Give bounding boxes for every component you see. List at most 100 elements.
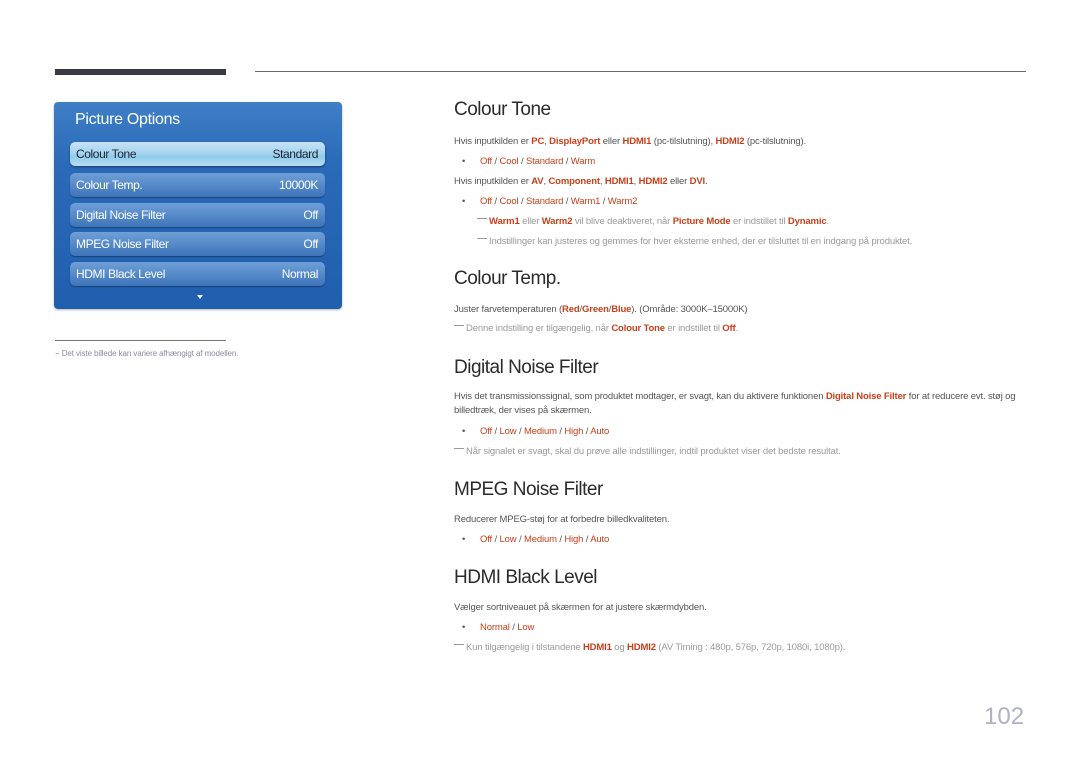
menu-item-value: Off bbox=[303, 237, 318, 251]
text: (AV Timing : 480p, 576p, 720p, 1080i, 10… bbox=[655, 642, 846, 653]
sep: / bbox=[600, 196, 608, 207]
term-dynamic: Dynamic bbox=[787, 216, 827, 227]
option: Off bbox=[480, 534, 493, 545]
colour-tone-line1: Hvis inputkilden er PC, DisplayPort elle… bbox=[454, 136, 806, 147]
option: Low bbox=[499, 534, 517, 545]
term-hdmi2: HDMI2 bbox=[638, 176, 668, 187]
option: Off bbox=[480, 156, 493, 167]
term-hdmi1: HDMI1 bbox=[622, 136, 652, 147]
menu-item-colour-tone[interactable]: Colour Tone Standard bbox=[70, 142, 325, 166]
colour-tone-line2: Hvis inputkilden er AV, Component, HDMI1… bbox=[454, 176, 708, 187]
term-picture-mode: Picture Mode bbox=[672, 216, 731, 227]
note-dash-icon bbox=[477, 218, 487, 219]
term-hdmi2: HDMI2 bbox=[627, 642, 656, 653]
footnote: − Det viste billede kan variere afhængig… bbox=[55, 349, 239, 358]
option: Cool bbox=[499, 156, 519, 167]
text: Hvis inputkilden er bbox=[454, 136, 532, 147]
term-red: Red bbox=[562, 304, 580, 315]
colour-tone-options-av: Off / Cool / Standard / Warm1 / Warm2 bbox=[480, 196, 637, 207]
mpeg-noise-line: Reducerer MPEG-støj for at forbedre bill… bbox=[454, 514, 670, 525]
hdmi-black-options: Normal / Low bbox=[480, 622, 534, 633]
note-dash-icon bbox=[477, 238, 487, 239]
text: eller bbox=[667, 176, 690, 187]
option: Auto bbox=[590, 426, 610, 437]
bullet: • bbox=[462, 622, 466, 633]
option: Medium bbox=[523, 426, 557, 437]
picture-options-menu: Picture Options Colour Tone Standard Col… bbox=[54, 102, 342, 309]
colour-tone-note2: Indstillinger kan justeres og gemmes for… bbox=[477, 236, 912, 247]
term-hdmi2: HDMI2 bbox=[715, 136, 745, 147]
digital-noise-note: Når signalet er svagt, skal du prøve all… bbox=[454, 446, 841, 457]
menu-item-label: HDMI Black Level bbox=[76, 267, 165, 281]
sep: / bbox=[492, 534, 500, 545]
menu-item-label: Colour Tone bbox=[76, 147, 137, 161]
option: Low bbox=[499, 426, 517, 437]
sep: / bbox=[563, 196, 571, 207]
note-dash-icon bbox=[454, 325, 464, 326]
text: Denne indstilling er tilgængelig, når bbox=[466, 323, 612, 334]
bullet: • bbox=[462, 156, 466, 167]
bullet: • bbox=[462, 426, 466, 437]
text: (pc-tilslutning), bbox=[651, 136, 716, 147]
term-hdmi1: HDMI1 bbox=[604, 176, 634, 187]
page-number: 102 bbox=[984, 703, 1025, 730]
colour-temp-note: Denne indstilling er tilgængelig, når Co… bbox=[454, 323, 738, 334]
menu-item-digital-noise-filter[interactable]: Digital Noise Filter Off bbox=[70, 203, 325, 227]
menu-item-mpeg-noise-filter[interactable]: MPEG Noise Filter Off bbox=[70, 232, 325, 256]
menu-item-label: MPEG Noise Filter bbox=[76, 237, 169, 251]
term-av: AV bbox=[531, 176, 544, 187]
term-warm1: Warm1 bbox=[489, 216, 520, 227]
footnote-rule bbox=[55, 340, 226, 341]
section-title-hdmi-black-level: HDMI Black Level bbox=[454, 567, 598, 588]
option: Standard bbox=[525, 196, 564, 207]
text: eller bbox=[519, 216, 542, 227]
option: Warm2 bbox=[607, 196, 638, 207]
sep: / bbox=[563, 156, 571, 167]
sep: / bbox=[516, 426, 524, 437]
bullet: • bbox=[462, 534, 466, 545]
term-blue: Blue bbox=[611, 304, 632, 315]
menu-item-label: Colour Temp. bbox=[76, 178, 143, 192]
text: er indstillet til bbox=[664, 323, 723, 334]
sep: / bbox=[516, 534, 524, 545]
term-green: Green bbox=[582, 304, 609, 315]
sep: / bbox=[492, 156, 500, 167]
text: Hvis inputkilden er bbox=[454, 176, 532, 187]
option: Medium bbox=[523, 534, 557, 545]
colour-tone-options-pc: Off / Cool / Standard / Warm bbox=[480, 156, 595, 167]
text: . bbox=[705, 176, 708, 187]
text: . bbox=[735, 323, 739, 334]
colour-tone-note1: Warm1 eller Warm2 vil blive deaktiveret,… bbox=[477, 216, 829, 227]
text: Hvis det transmissionssignal, som produk… bbox=[454, 391, 826, 402]
menu-item-label: Digital Noise Filter bbox=[76, 208, 166, 222]
text: (pc-tilslutning). bbox=[744, 136, 807, 147]
option: High bbox=[564, 426, 584, 437]
term-displayport: DisplayPort bbox=[549, 136, 601, 147]
note-dash-icon bbox=[454, 448, 464, 449]
mpeg-noise-options: Off / Low / Medium / High / Auto bbox=[480, 534, 609, 545]
triangle-down-icon[interactable] bbox=[197, 295, 203, 299]
menu-title: Picture Options bbox=[75, 111, 180, 128]
note-dash-icon bbox=[454, 644, 464, 645]
text: er indstillet til bbox=[730, 216, 788, 227]
option: Off bbox=[480, 426, 493, 437]
text: Når signalet er svagt, skal du prøve all… bbox=[466, 446, 841, 457]
option: Standard bbox=[525, 156, 564, 167]
text: Kun tilgængelig i tilstandene bbox=[466, 642, 583, 653]
bullet: • bbox=[462, 196, 466, 207]
digital-noise-options: Off / Low / Medium / High / Auto bbox=[480, 426, 609, 437]
text: eller bbox=[600, 136, 623, 147]
menu-item-hdmi-black-level[interactable]: HDMI Black Level Normal bbox=[70, 262, 325, 286]
text: Indstillinger kan justeres og gemmes for… bbox=[489, 236, 913, 247]
term-hdmi1: HDMI1 bbox=[582, 642, 612, 653]
text: ). (Område: 3000K–15000K) bbox=[631, 304, 748, 315]
option: Normal bbox=[480, 622, 510, 633]
option: Warm1 bbox=[570, 196, 601, 207]
term-colour-tone: Colour Tone bbox=[611, 323, 665, 334]
menu-item-colour-temp[interactable]: Colour Temp. 10000K bbox=[70, 173, 325, 197]
menu-item-value: Off bbox=[303, 208, 318, 222]
header-rule bbox=[255, 71, 1026, 72]
sep: / bbox=[518, 156, 526, 167]
term-warm2: Warm2 bbox=[541, 216, 573, 227]
sep: / bbox=[492, 196, 500, 207]
